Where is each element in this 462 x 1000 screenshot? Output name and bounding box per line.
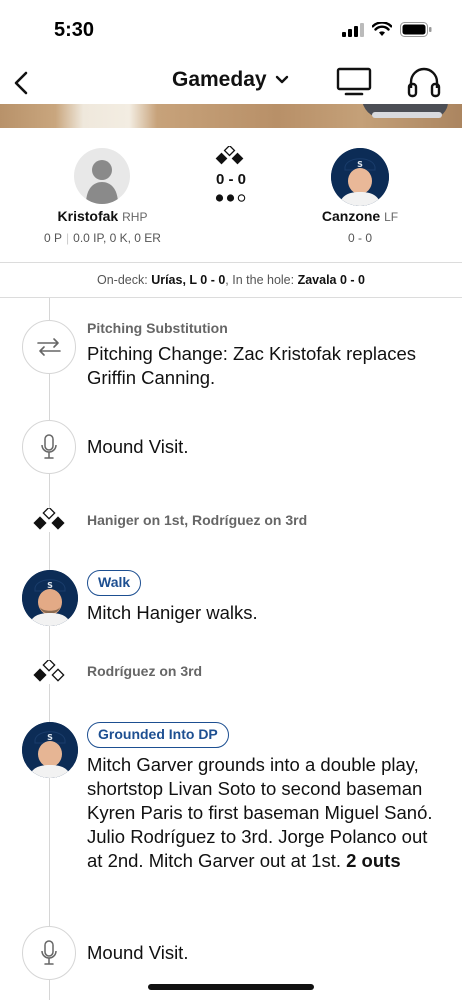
microphone-icon — [41, 434, 57, 459]
substitution-icon-circle — [22, 320, 76, 374]
headphones-icon — [407, 67, 441, 98]
out-dot-2 — [226, 194, 235, 202]
pitcher-line: 0.0 IP, 0 K, 0 ER — [73, 231, 161, 245]
batter-position: LF — [384, 210, 399, 224]
batter-name-text[interactable]: Canzone — [322, 208, 380, 224]
event-label: Pitching Substitution — [87, 320, 228, 336]
battery-icon — [400, 22, 432, 37]
back-chevron-icon — [14, 71, 28, 95]
microphone-icon — [41, 940, 57, 965]
hole-label: In the hole: — [232, 273, 295, 287]
matchup-panel: 0 - 0 S Kristofak RHP 0 P | 0.0 IP, 0 K, 0… — [0, 128, 462, 262]
player-photo[interactable]: S — [22, 570, 78, 626]
tv-icon — [336, 67, 372, 96]
svg-text:S: S — [47, 581, 53, 590]
back-button[interactable] — [6, 66, 36, 100]
wifi-icon — [372, 22, 392, 36]
hole-value: Zavala 0 - 0 — [297, 273, 365, 287]
pitcher-avatar[interactable] — [74, 148, 130, 204]
ball-strike-count: 0 - 0 — [215, 171, 246, 188]
chevron-down-icon — [275, 75, 288, 84]
event-text: Mound Visit. — [87, 436, 189, 457]
pitcher-stats: 0 P | 0.0 IP, 0 K, 0 ER — [0, 231, 205, 245]
status-icons — [342, 22, 432, 37]
event-text: Pitching Change: Zac Kristofak replaces … — [87, 343, 417, 388]
substitution-arrows-icon — [37, 338, 61, 356]
event-text: Mitch Garver grounds into a double play,… — [87, 753, 447, 873]
out-dot-1 — [215, 194, 224, 202]
svg-text:S: S — [357, 160, 363, 169]
timeline-line — [49, 298, 50, 1000]
stat-divider: | — [66, 231, 70, 245]
nav-bar: Gameday — [0, 62, 462, 104]
event-badge-grounded-into-dp[interactable]: Grounded Into DP — [87, 722, 229, 748]
outs-indicator — [215, 194, 246, 202]
silhouette-icon — [86, 160, 118, 204]
ondeck-label: On-deck: — [96, 273, 148, 287]
pitcher-pitch-count: 0 P — [44, 231, 63, 245]
cellular-signal-icon — [342, 22, 364, 37]
mound-visit-icon-circle — [22, 420, 76, 474]
play-timeline: Pitching Substitution Pitching Change: Z… — [0, 298, 462, 1000]
batter-stats: 0 - 0 — [347, 231, 372, 245]
out-dot-3 — [237, 194, 246, 202]
bases-diamond-icon — [215, 146, 244, 165]
event-text: Mound Visit. — [87, 942, 189, 963]
pitcher-position: RHP — [122, 210, 148, 224]
player-headshot-icon: S — [22, 722, 78, 778]
audio-button[interactable] — [406, 64, 442, 100]
event-outs-text: 2 outs — [346, 850, 401, 871]
tv-button[interactable] — [336, 66, 372, 98]
gameday-dropdown[interactable]: Gameday — [172, 68, 289, 92]
game-banner-image — [0, 104, 462, 128]
status-bar: 5:30 — [0, 0, 462, 62]
bases-icon — [30, 660, 68, 684]
home-indicator[interactable] — [148, 984, 314, 990]
event-label: Rodríguez on 3rd — [87, 663, 203, 679]
banner-cleat-sole — [372, 112, 442, 118]
player-headshot-icon: S — [22, 570, 78, 626]
bases-icon — [30, 508, 68, 532]
player-photo[interactable]: S — [22, 722, 78, 778]
ondeck-value: Urías, L 0 - 0 — [151, 273, 226, 287]
pitcher-name-text[interactable]: Kristofak — [58, 208, 119, 224]
event-label: Haniger on 1st, Rodríguez on 3rd — [87, 512, 308, 528]
pitcher-name: Kristofak RHP — [0, 208, 205, 224]
player-headshot-icon: S — [331, 148, 389, 206]
status-time: 5:30 — [54, 19, 95, 41]
mound-visit-icon-circle — [22, 926, 76, 980]
batter-name: Canzone LF — [280, 208, 440, 224]
event-badge-walk[interactable]: Walk — [87, 570, 142, 596]
ondeck-bar: On-deck: Urías, L 0 - 0, In the hole: Za… — [0, 262, 462, 298]
page-title: Gameday — [172, 68, 267, 91]
svg-text:S: S — [47, 733, 53, 742]
batter-avatar[interactable]: S — [331, 148, 389, 206]
event-text: Mitch Haniger walks. — [87, 602, 258, 623]
